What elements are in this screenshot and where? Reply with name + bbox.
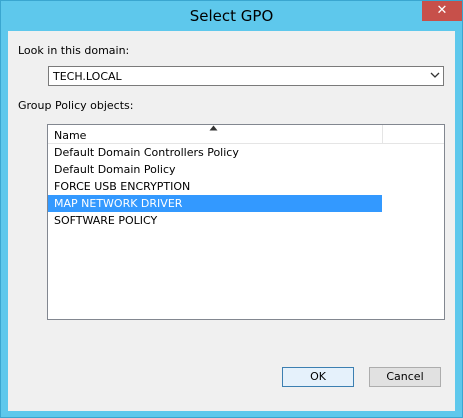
list-item[interactable]: Default Domain Controllers Policy — [48, 144, 382, 161]
domain-value: TECH.LOCAL — [53, 70, 122, 83]
list-header: Name — [48, 125, 444, 144]
list-item[interactable]: SOFTWARE POLICY — [48, 212, 382, 229]
domain-combobox[interactable]: TECH.LOCAL — [48, 66, 444, 86]
column-header-label: Name — [54, 129, 87, 142]
list-item[interactable]: FORCE USB ENCRYPTION — [48, 178, 382, 195]
list-item[interactable]: Default Domain Policy — [48, 161, 382, 178]
chevron-down-icon[interactable] — [430, 70, 440, 80]
sort-ascending-icon — [209, 125, 218, 131]
domain-label: Look in this domain: — [18, 44, 130, 57]
cancel-button[interactable]: Cancel — [369, 367, 441, 387]
gpo-listview[interactable]: Name Default Domain Controllers Policy De… — [47, 124, 445, 320]
list-item[interactable]: MAP NETWORK DRIVER — [48, 195, 382, 212]
select-gpo-dialog: Select GPO ✕ Look in this domain: TECH.L… — [0, 0, 463, 418]
gpo-list-label: Group Policy objects: — [18, 99, 134, 112]
dialog-body: Look in this domain: TECH.LOCAL Group Po… — [8, 31, 455, 411]
dialog-title: Select GPO — [189, 7, 274, 25]
ok-button[interactable]: OK — [282, 367, 354, 387]
title-bar[interactable]: Select GPO ✕ — [1, 1, 462, 31]
column-header-name[interactable]: Name — [48, 125, 383, 143]
close-button[interactable]: ✕ — [422, 1, 462, 21]
close-icon: ✕ — [436, 3, 448, 18]
